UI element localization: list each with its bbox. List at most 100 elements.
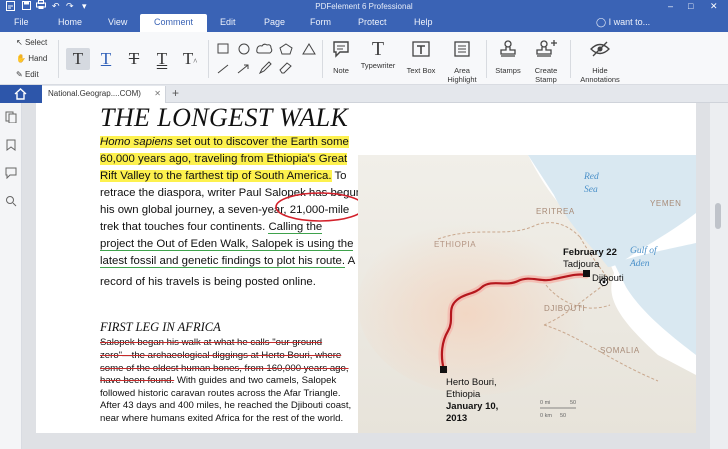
hide-eye-icon	[590, 41, 610, 57]
document-canvas: THE LONGEST WALK Homo sapiens set out to…	[22, 103, 728, 449]
home-tab-button[interactable]	[0, 85, 42, 103]
left-sidebar: ▸	[0, 103, 28, 449]
window-title: PDFelement 6 Professional	[315, 2, 413, 11]
bookmark-icon[interactable]	[5, 139, 17, 151]
body-line-1: Salopek began his walk at what he calls …	[100, 337, 323, 348]
ribbon-divider	[208, 40, 209, 78]
insert-text-button[interactable]: T^	[178, 48, 202, 70]
body-line-5: followed historic caravan routes across …	[100, 388, 341, 399]
stamp-icon	[500, 40, 516, 57]
polygon-icon	[279, 43, 293, 55]
map-label-end-place: Tadjoura	[563, 259, 600, 270]
hide-annotations-button[interactable]: Hide Annotations	[574, 39, 626, 84]
triangle-icon	[302, 43, 316, 55]
area-highlight-button[interactable]: Area Highlight	[444, 39, 480, 84]
edit-icon: ✎	[16, 70, 23, 79]
map-label-red-sea: Sea	[584, 185, 598, 195]
create-stamp-icon	[536, 40, 557, 57]
start-marker	[440, 366, 447, 373]
replace-text-button[interactable]: T	[150, 48, 174, 70]
vertical-scrollbar[interactable]	[710, 103, 728, 449]
map-label-somalia: SOMALIA	[600, 346, 640, 355]
cloud-icon	[256, 43, 273, 54]
menu-bar: File Home View Comment Edit Page Form Pr…	[0, 14, 728, 32]
body-line-4: have been found. With guides and two cam…	[100, 375, 337, 386]
underline-text-button[interactable]: T	[94, 48, 118, 70]
body-line-6: After 43 days and 400 miles, he reached …	[100, 400, 352, 411]
note-button[interactable]: Note	[326, 39, 356, 75]
map-label-start-date: 2013	[446, 413, 467, 424]
rectangle-icon	[217, 43, 229, 54]
map-label-djibouti-country: DJIBOUTI	[544, 304, 585, 313]
oval-icon	[238, 43, 250, 55]
eraser-icon	[279, 62, 292, 74]
menu-edit[interactable]: Edit	[220, 17, 236, 27]
highlight-text-button[interactable]: T	[66, 48, 90, 70]
strikethrough-text-button[interactable]: T	[122, 48, 146, 70]
home-icon	[14, 88, 27, 100]
line-icon	[217, 64, 229, 74]
edit-tool[interactable]: ✎ Edit	[16, 70, 39, 79]
menu-help[interactable]: Help	[414, 17, 433, 27]
i-want-to-search[interactable]: ◯ I want to...	[596, 17, 650, 28]
map-label-start-place: Herto Bouri,	[446, 377, 497, 388]
comment-icon[interactable]	[5, 167, 17, 179]
ribbon-divider	[322, 40, 323, 78]
typewriter-icon: T	[371, 38, 385, 60]
menu-home[interactable]: Home	[58, 17, 82, 27]
hand-icon: ✋	[16, 54, 26, 63]
map-label-gulf: Gulf of	[630, 245, 658, 256]
menu-comment[interactable]: Comment	[140, 14, 208, 32]
close-tab-icon[interactable]: ✕	[154, 89, 161, 98]
map-label-yemen: YEMEN	[650, 199, 681, 208]
minimize-icon[interactable]: –	[668, 1, 673, 11]
document-tab-row: National.Geograp....COM) ✕ +	[0, 85, 728, 103]
new-tab-button[interactable]: +	[172, 86, 179, 100]
route-map: Red Sea ERITREA YEMEN ETHIOPIA Gulf of A…	[358, 155, 696, 433]
svg-text:50: 50	[570, 400, 576, 406]
map-label-red-sea: Red	[583, 172, 599, 182]
menu-form[interactable]: Form	[310, 17, 331, 27]
pdf-page[interactable]: THE LONGEST WALK Homo sapiens set out to…	[36, 103, 696, 433]
hand-tool[interactable]: ✋ Hand	[16, 54, 47, 63]
comment-ribbon: ↖ Select ✋ Hand ✎ Edit T T T T T^ Note T…	[0, 32, 728, 85]
title-bar: ↶ ↷ ▾ PDFelement 6 Professional – □ ✕	[0, 0, 728, 14]
typewriter-button[interactable]: T Typewriter	[357, 39, 399, 70]
intro-line-3: Rift Valley to the farthest tip of South…	[100, 170, 347, 182]
note-icon	[333, 41, 349, 58]
cursor-icon: ↖	[16, 38, 23, 47]
body-line-7: near where humans exited Africa for the …	[100, 413, 344, 424]
body-line-3: some of the oldest human bones, from 160…	[100, 363, 349, 374]
search-icon[interactable]	[5, 195, 17, 207]
ellipse-annotation[interactable]	[274, 189, 368, 225]
lightbulb-icon: ◯	[596, 17, 607, 27]
app-window: ↶ ↷ ▾ PDFelement 6 Professional – □ ✕ Fi…	[0, 0, 728, 449]
arrow-icon	[237, 64, 249, 74]
ribbon-divider	[570, 40, 571, 78]
section-subhead: FIRST LEG IN AFRICA	[100, 320, 221, 334]
menu-protect[interactable]: Protect	[358, 17, 387, 27]
stamps-button[interactable]: Stamps	[490, 39, 526, 75]
ribbon-divider	[58, 40, 59, 78]
create-stamp-button[interactable]: Create Stamp	[528, 39, 564, 84]
intro-line-7: project the Out of Eden Walk, Salopek is…	[100, 238, 354, 251]
text-box-button[interactable]: Text Box	[402, 39, 440, 75]
map-label-djibouti-city: Djibouti	[592, 273, 624, 284]
article-headline: THE LONGEST WALK	[100, 103, 349, 132]
intro-line-2: 60,000 years ago, traveling from Ethiopi…	[100, 153, 348, 165]
select-tool[interactable]: ↖ Select	[16, 38, 47, 47]
intro-line-8: latest fossil and genetic findings to pl…	[100, 255, 356, 268]
close-icon[interactable]: ✕	[710, 1, 718, 12]
menu-page[interactable]: Page	[264, 17, 285, 27]
ribbon-divider	[486, 40, 487, 78]
map-label-end-date: February 22	[563, 247, 617, 258]
menu-file[interactable]: File	[14, 17, 29, 27]
menu-view[interactable]: View	[108, 17, 127, 27]
maximize-icon[interactable]: □	[688, 1, 693, 11]
area-highlight-icon	[454, 41, 470, 57]
shape-tools[interactable]	[214, 40, 324, 80]
pencil-icon	[258, 61, 272, 75]
scrollbar-thumb[interactable]	[715, 203, 721, 229]
document-tab[interactable]: National.Geograp....COM) ✕	[42, 86, 166, 103]
pages-icon[interactable]	[5, 111, 17, 123]
